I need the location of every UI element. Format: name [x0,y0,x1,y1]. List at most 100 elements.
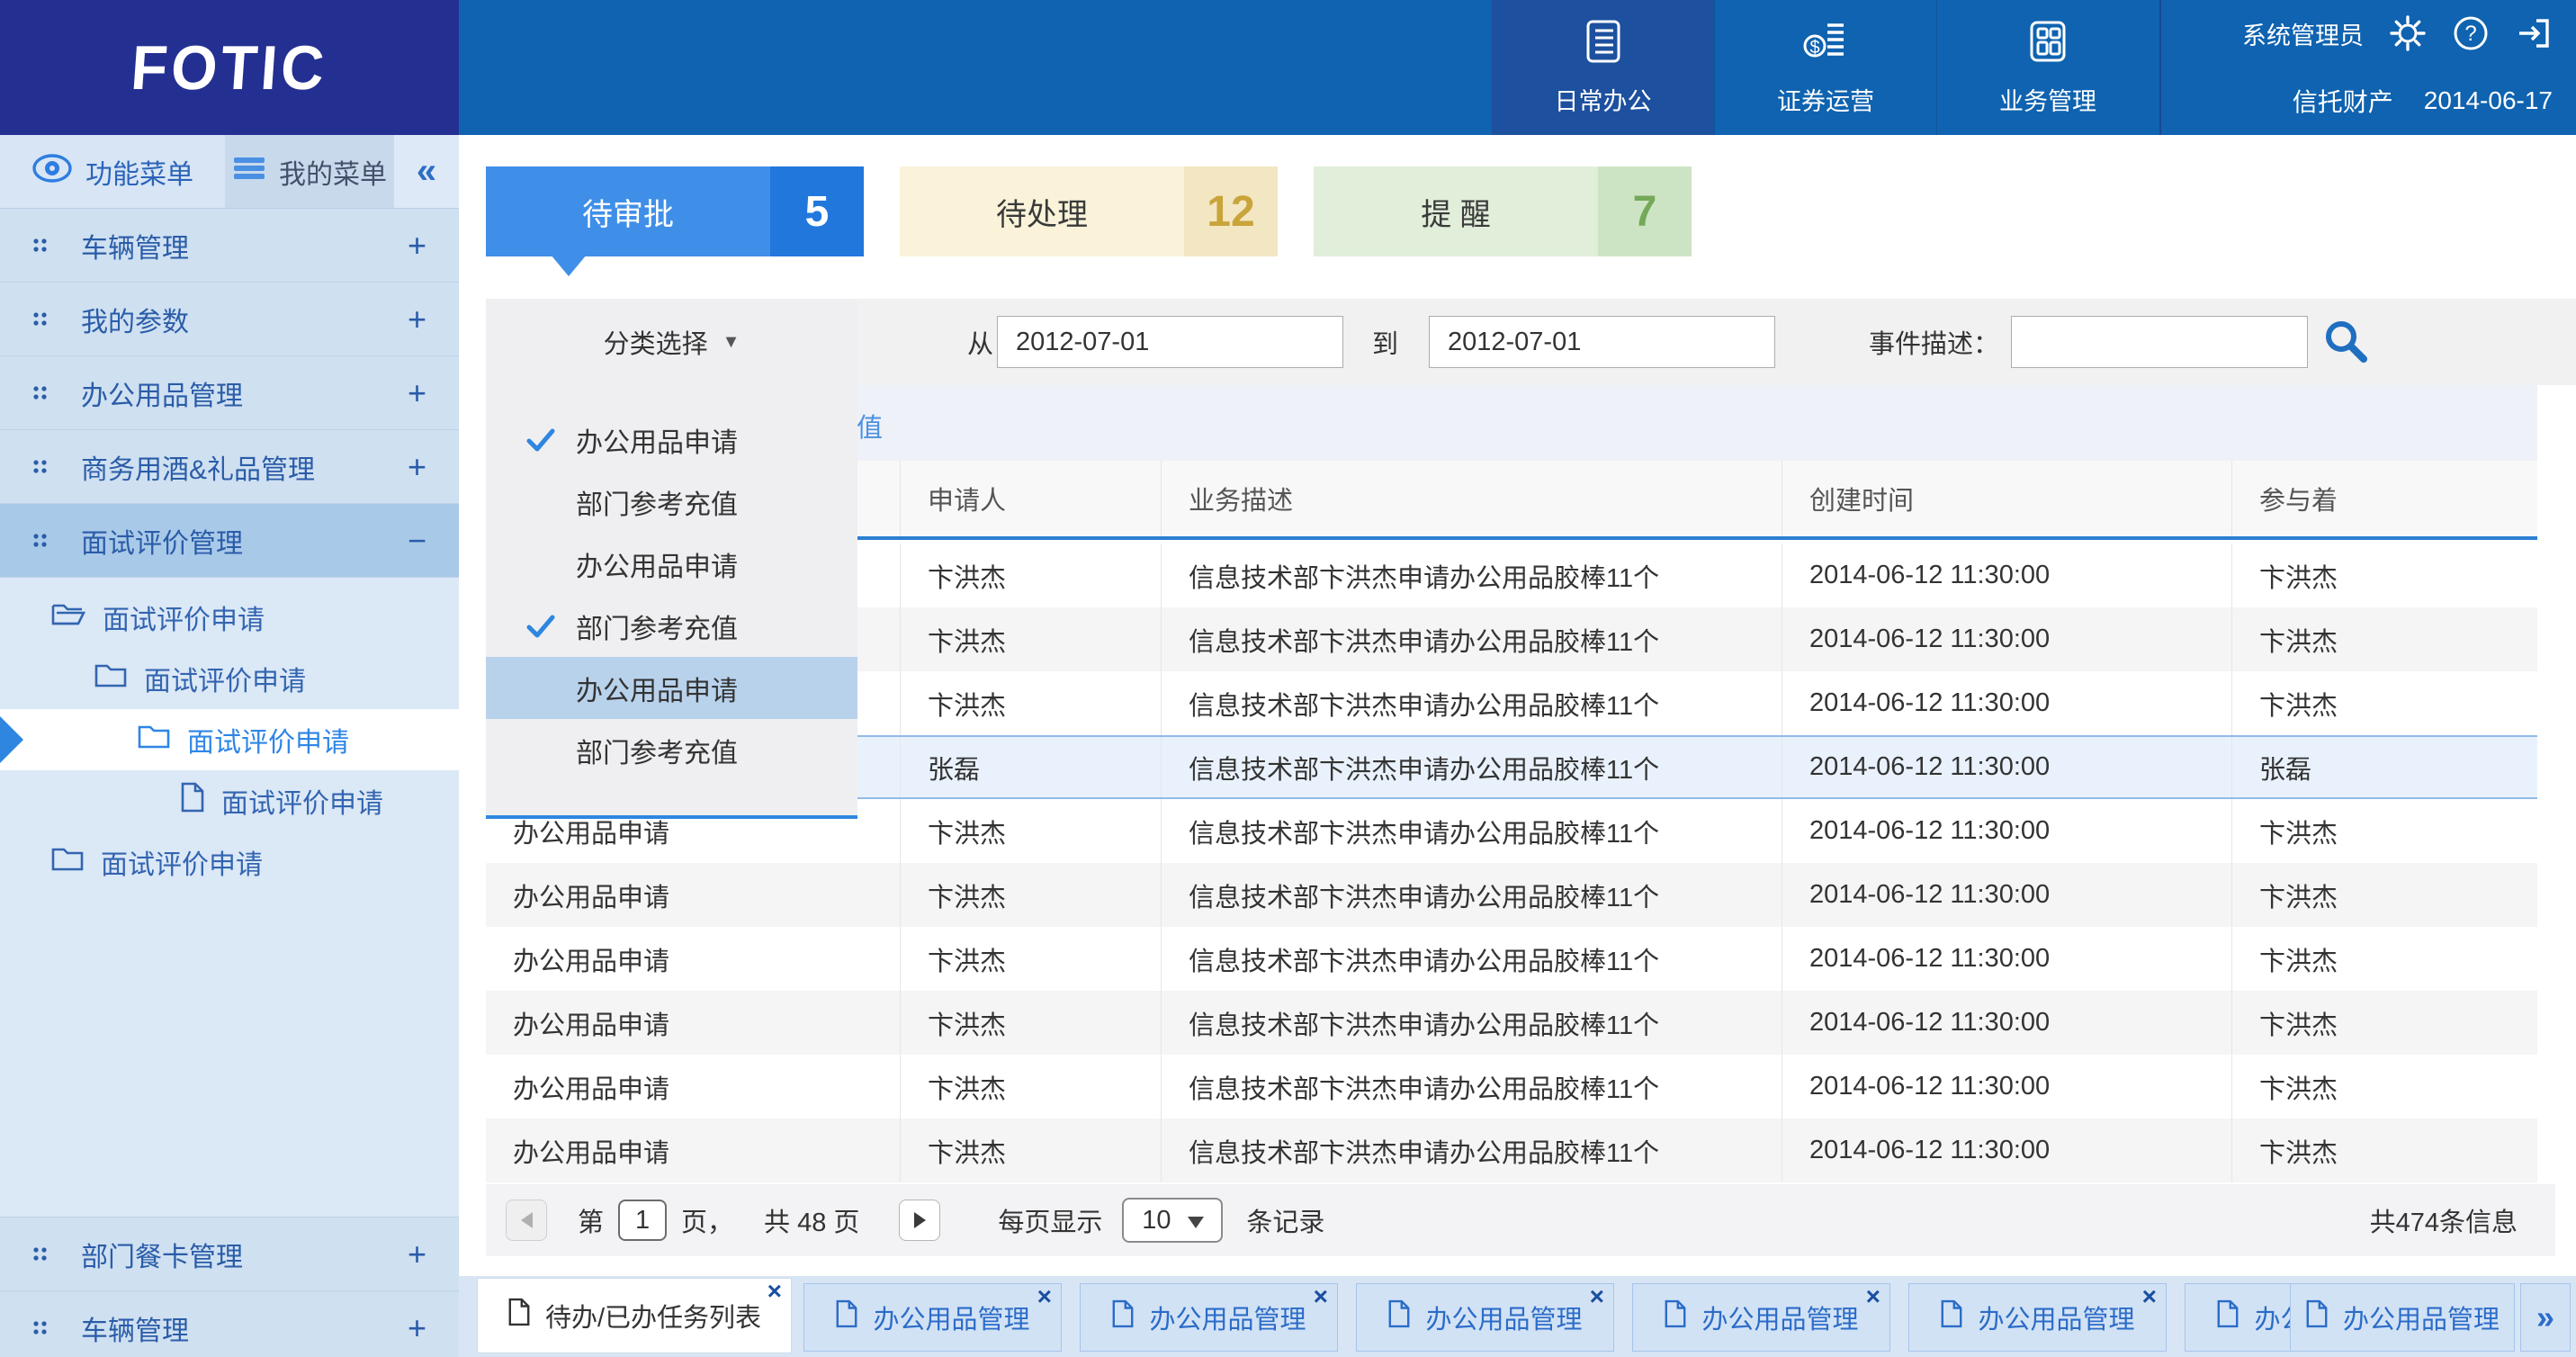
collapse-minus-icon[interactable]: − [408,522,426,560]
nav-daily-office[interactable]: 日常办公 [1492,0,1714,135]
dropdown-option[interactable]: 办公用品申请 [486,409,857,471]
header-divider [2159,0,2161,135]
tree-item-interview-request[interactable]: 面试评价申请 [0,587,459,648]
tab-office-supplies[interactable]: 办公用品管理 × [1908,1283,2167,1352]
prev-page-button[interactable] [506,1200,547,1241]
drag-dots-icon [32,385,49,401]
tab-my-menu[interactable]: 我的菜单 [225,135,394,208]
sidebar-item-my-params[interactable]: 我的参数 + [0,283,459,356]
cell-created: 2014-06-12 11:30:00 [1782,737,2231,797]
tree-label: 面试评价申请 [101,842,263,882]
tab-function-menu[interactable]: 功能菜单 [0,135,225,208]
tab-office-supplies[interactable]: 办公用品管理 × [1356,1283,1614,1352]
dropdown-option[interactable]: 办公用品申请 [486,533,857,595]
tree-label: 面试评价申请 [103,598,265,637]
nav-securities-operation[interactable]: $ 证券运营 [1714,0,1936,135]
expand-icon[interactable]: + [408,227,426,265]
menu-label: 面试评价管理 [81,521,243,561]
cell-description: 信息技术部卞洪杰申请办公用品胶棒11个 [1161,544,1782,607]
cell-applicant: 卞洪杰 [900,927,1161,991]
search-button[interactable] [2321,319,2370,367]
logout-icon[interactable] [2515,14,2553,52]
dropdown-option[interactable]: 部门参考充值 [486,471,857,533]
expand-icon[interactable]: + [408,448,426,486]
per-page-select[interactable]: 10 [1122,1198,1223,1243]
user-org: 信托财产 [2293,83,2393,119]
card-pending-approval[interactable]: 待审批 5 [486,166,864,256]
tab-label: 我的菜单 [279,152,387,192]
table-row[interactable]: 办公用品申请 卞洪杰 信息技术部卞洪杰申请办公用品胶棒11个 2014-06-1… [486,1119,2537,1182]
tab-task-list[interactable]: 待办/已办任务列表 × [477,1278,792,1353]
cell-participant: 卞洪杰 [2231,671,2537,735]
card-count-badge: 12 [1184,166,1278,256]
sidebar-collapse-button[interactable]: « [394,135,459,208]
expand-icon[interactable]: + [408,301,426,338]
tree-item-interview-request[interactable]: 面试评价申请 [0,770,459,831]
chevron-down-icon [1188,1217,1204,1228]
tree-item-interview-request-selected[interactable]: 面试评价申请 [0,709,459,770]
gear-icon[interactable] [2389,14,2427,52]
cell-participant: 卞洪杰 [2231,927,2537,991]
dropdown-option-highlighted[interactable]: 办公用品申请 [486,657,857,719]
date-to-input[interactable] [1429,316,1775,368]
fotic-logo[interactable]: FOTIC [0,0,459,135]
card-reminder[interactable]: 提 醒 7 [1314,166,1692,256]
cell-participant: 张磊 [2231,737,2537,797]
table-row[interactable]: 办公用品申请 卞洪杰 信息技术部卞洪杰申请办公用品胶棒11个 2014-06-1… [486,1055,2537,1119]
sidebar-item-business-wine-gifts[interactable]: 商务用酒&礼品管理 + [0,430,459,504]
folder-open-icon [50,599,86,635]
file-icon [2216,1299,2239,1335]
card-pending-process[interactable]: 待处理 12 [900,166,1278,256]
expand-icon[interactable]: + [408,1309,426,1347]
cell-applicant: 卞洪杰 [900,671,1161,735]
dropdown-option[interactable]: 部门参考充值 [486,719,857,781]
file-icon [1111,1299,1135,1335]
cell-type: 办公用品申请 [486,863,900,927]
tree-item-interview-request[interactable]: 面试评价申请 [0,648,459,709]
sidebar-item-vehicle[interactable]: 车辆管理 + [0,209,459,283]
cell-description: 信息技术部卞洪杰申请办公用品胶棒11个 [1161,1119,1782,1182]
cell-created: 2014-06-12 11:30:00 [1782,863,2231,927]
close-icon[interactable]: × [2142,1284,2157,1309]
sidebar-item-meal-card[interactable]: 部门餐卡管理 + [0,1218,459,1291]
close-icon[interactable]: × [767,1279,782,1304]
table-row[interactable]: 办公用品申请 卞洪杰 信息技术部卞洪杰申请办公用品胶棒11个 2014-06-1… [486,863,2537,927]
card-label: 待审批 [486,166,770,256]
chevron-down-icon: ▼ [723,332,740,353]
tab-office-supplies[interactable]: 办公用品管理 × [1632,1283,1890,1352]
tab-label: 待办/已办任务列表 [545,1297,761,1335]
cell-applicant: 卞洪杰 [900,863,1161,927]
sidebar-bottom-menus: 部门餐卡管理 + 车辆管理 + [0,1217,459,1357]
close-icon[interactable]: × [1314,1284,1328,1309]
close-icon[interactable]: × [1866,1284,1880,1309]
sidebar-item-vehicle-2[interactable]: 车辆管理 + [0,1291,459,1357]
date-from-input[interactable] [997,316,1343,368]
sidebar-item-office-supplies[interactable]: 办公用品管理 + [0,356,459,430]
help-icon[interactable]: ? [2452,14,2490,52]
table-row[interactable]: 办公用品申请 卞洪杰 信息技术部卞洪杰申请办公用品胶棒11个 2014-06-1… [486,927,2537,991]
cell-description: 信息技术部卞洪杰申请办公用品胶棒11个 [1161,863,1782,927]
tree-item-interview-request[interactable]: 面试评价申请 [0,831,459,893]
top-nav: 日常办公 $ 证券运营 业务管理 [1492,0,2159,135]
event-desc-input[interactable] [2011,316,2308,368]
cell-participant: 卞洪杰 [2231,863,2537,927]
tab-label: 办公用品管理 [1978,1299,2134,1336]
close-icon[interactable]: × [1590,1284,1604,1309]
expand-icon[interactable]: + [408,374,426,412]
table-row[interactable]: 办公用品申请 卞洪杰 信息技术部卞洪杰申请办公用品胶棒11个 2014-06-1… [486,991,2537,1055]
tab-overflow-button[interactable]: » [2520,1283,2571,1352]
category-select-button[interactable]: 分类选择 ▼ [486,299,857,385]
cell-created: 2014-06-12 11:30:00 [1782,1119,2231,1182]
occluded-link-text[interactable]: 值 [857,407,883,445]
sidebar-item-interview-evaluation[interactable]: 面试评价管理 − [0,504,459,578]
nav-business-management[interactable]: 业务管理 [1936,0,2159,135]
cell-applicant: 卞洪杰 [900,544,1161,607]
tab-office-supplies[interactable]: 办公用品管理 × [803,1283,1062,1352]
dropdown-option[interactable]: 部门参考充值 [486,595,857,657]
tab-office-supplies[interactable]: 办公用品管理 × [1080,1283,1338,1352]
expand-icon[interactable]: + [408,1236,426,1273]
close-icon[interactable]: × [1037,1284,1052,1309]
page-number-input[interactable]: 1 [618,1200,667,1241]
tab-office-supplies-last[interactable]: 办公用品管理 [2290,1283,2515,1352]
next-page-button[interactable] [899,1200,940,1241]
